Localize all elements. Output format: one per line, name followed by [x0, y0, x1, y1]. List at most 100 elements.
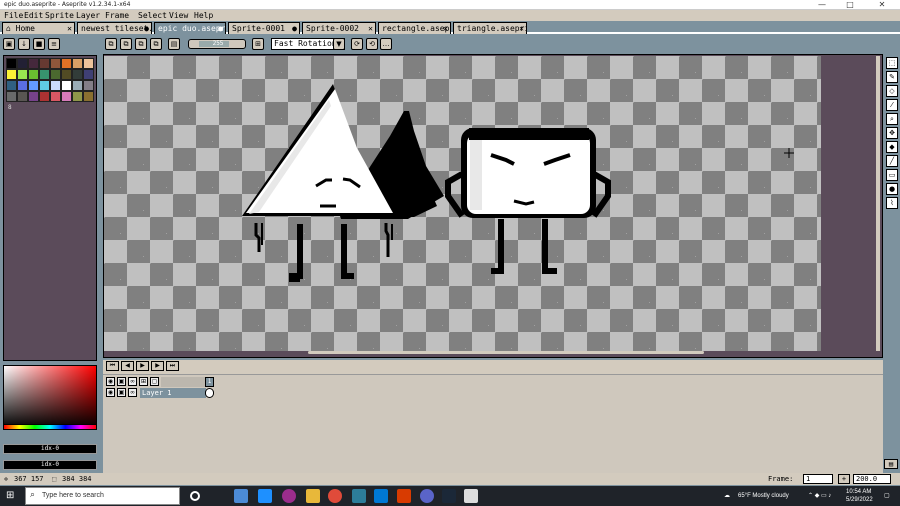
menu-layer[interactable]: Layer — [76, 10, 100, 21]
tab-epic-duo[interactable]: epic duo.asepri ● — [154, 22, 226, 34]
opera-icon[interactable] — [282, 489, 296, 503]
menu-help[interactable]: Help — [194, 10, 213, 21]
weather-text[interactable]: 65°F Mostly cloudy — [738, 486, 789, 506]
mail-icon[interactable] — [374, 489, 388, 503]
layer-name[interactable]: Layer 1 — [140, 388, 206, 398]
menu-lines-icon[interactable]: ≡ — [48, 38, 60, 50]
menu-file[interactable]: File — [4, 10, 23, 21]
palette-swatch[interactable] — [50, 58, 61, 69]
lock-icon[interactable]: ▣ — [3, 38, 15, 50]
tab-home[interactable]: ⌂ Home ✕ — [2, 22, 75, 34]
menu-view[interactable]: View — [169, 10, 188, 21]
vertical-scrollbar[interactable] — [876, 56, 880, 351]
transform-icon[interactable]: ⧉ — [105, 38, 117, 50]
link-icon[interactable]: ⟲ — [366, 38, 378, 50]
eye-icon[interactable]: ◉ — [106, 388, 115, 397]
photos-icon[interactable] — [352, 489, 366, 503]
tab-modified-icon[interactable]: ● — [218, 23, 223, 34]
palette-swatch[interactable] — [39, 69, 50, 80]
lock-icon[interactable]: ▣ — [117, 377, 126, 386]
clock-date[interactable]: 5/29/2022 — [846, 490, 873, 506]
fill-icon[interactable]: ◆ — [886, 141, 898, 153]
palette-swatch[interactable] — [6, 69, 17, 80]
tab-newest-tileset[interactable]: newest tileset.a ● — [77, 22, 152, 34]
menu-edit[interactable]: Edit — [24, 10, 43, 21]
eraser-icon[interactable]: ◇ — [886, 85, 898, 97]
sprite-canvas[interactable] — [104, 56, 821, 351]
task-view-icon[interactable] — [190, 491, 200, 501]
palette-swatch[interactable] — [50, 91, 61, 102]
steam-icon[interactable] — [442, 489, 456, 503]
last-frame-icon[interactable]: ⏭ — [166, 361, 179, 371]
palette-swatch[interactable] — [28, 80, 39, 91]
frame-field[interactable]: 1 — [803, 474, 833, 484]
grid-icon[interactable]: ⊞ — [139, 377, 148, 386]
office-icon[interactable] — [397, 489, 411, 503]
more-icon[interactable]: … — [380, 38, 392, 50]
palette-swatch[interactable] — [50, 69, 61, 80]
opacity-slider[interactable]: 255 — [188, 39, 246, 49]
eye-icon[interactable]: ◉ — [106, 377, 115, 386]
move-icon[interactable]: ✥ — [886, 127, 898, 139]
frame-header[interactable]: 1 — [205, 377, 214, 387]
menu-select[interactable]: Select — [138, 10, 167, 21]
fg-color-field[interactable]: idx-0 — [3, 444, 97, 454]
palette-swatch[interactable] — [39, 58, 50, 69]
palette-swatch[interactable] — [39, 80, 50, 91]
page-icon[interactable]: ■ — [33, 38, 45, 50]
palette-swatch[interactable] — [83, 91, 94, 102]
timeline-toggle-icon[interactable]: ▤ — [884, 459, 898, 469]
palette-swatch[interactable] — [83, 69, 94, 80]
zoom-icon[interactable]: ⌕ — [886, 113, 898, 125]
store-icon[interactable] — [234, 489, 248, 503]
lock-icon[interactable]: ▣ — [117, 388, 126, 397]
menu-sprite[interactable]: Sprite — [45, 10, 74, 21]
tab-triangle[interactable]: triangle.aseprite ✕ — [453, 22, 527, 34]
crop-icon[interactable]: ⧉ — [150, 38, 162, 50]
tab-rectangle[interactable]: rectangle.asepr ✕ — [378, 22, 451, 34]
tab-sprite-0001[interactable]: Sprite-0001 ● — [228, 22, 300, 34]
palette-swatch[interactable] — [72, 80, 83, 91]
palette-swatch[interactable] — [61, 69, 72, 80]
continuous-icon[interactable]: ∞ — [128, 388, 137, 397]
file-explorer-icon[interactable] — [306, 489, 320, 503]
smudge-icon[interactable]: ⌇ — [886, 197, 898, 209]
blur-icon[interactable]: ● — [886, 183, 898, 195]
palette-swatch[interactable] — [61, 91, 72, 102]
down-arrow-icon[interactable]: ↓ — [18, 38, 30, 50]
hue-slider[interactable] — [3, 424, 97, 430]
bg-color-field[interactable]: idx-0 — [3, 460, 97, 470]
palette-swatch[interactable] — [72, 58, 83, 69]
onion-icon[interactable]: ▢ — [150, 377, 159, 386]
edge-icon[interactable] — [258, 489, 272, 503]
prev-frame-icon[interactable]: ◀ — [121, 361, 134, 371]
palette-swatch[interactable] — [39, 91, 50, 102]
tab-close-icon[interactable]: ✕ — [67, 23, 72, 34]
chrome-icon[interactable] — [328, 489, 342, 503]
tab-sprite-0002[interactable]: Sprite-0002 ✕ — [302, 22, 376, 34]
flip-icon[interactable]: ⟳ — [351, 38, 363, 50]
palette-swatch[interactable] — [83, 80, 94, 91]
line-icon[interactable]: ╱ — [886, 155, 898, 167]
close-button[interactable]: ✕ — [868, 0, 896, 10]
link-icon[interactable]: ∞ — [128, 377, 137, 386]
palette-swatch[interactable] — [6, 80, 17, 91]
search-input[interactable]: Type here to search — [25, 487, 180, 505]
palette-swatch[interactable] — [17, 80, 28, 91]
palette-swatch[interactable] — [6, 58, 17, 69]
palette-swatch[interactable] — [17, 91, 28, 102]
copy-icon[interactable]: ⧉ — [120, 38, 132, 50]
paste-icon[interactable]: ⧉ — [135, 38, 147, 50]
palette-swatch[interactable] — [72, 91, 83, 102]
first-frame-icon[interactable]: ⏮ — [106, 361, 119, 371]
palette-swatch[interactable] — [61, 80, 72, 91]
play-icon[interactable]: ▶ — [136, 361, 149, 371]
chevron-down-icon[interactable]: ▼ — [333, 38, 345, 50]
eyedropper-icon[interactable]: ⁄ — [886, 99, 898, 111]
palette-swatch[interactable] — [17, 58, 28, 69]
mask-icon[interactable]: ▤ — [168, 38, 180, 50]
tab-modified-icon[interactable]: ● — [144, 23, 149, 34]
tray-icons[interactable]: ⌃ ◆ ▭ ♪ — [808, 486, 831, 506]
tab-modified-icon[interactable]: ● — [292, 23, 297, 34]
palette-swatch[interactable] — [6, 91, 17, 102]
